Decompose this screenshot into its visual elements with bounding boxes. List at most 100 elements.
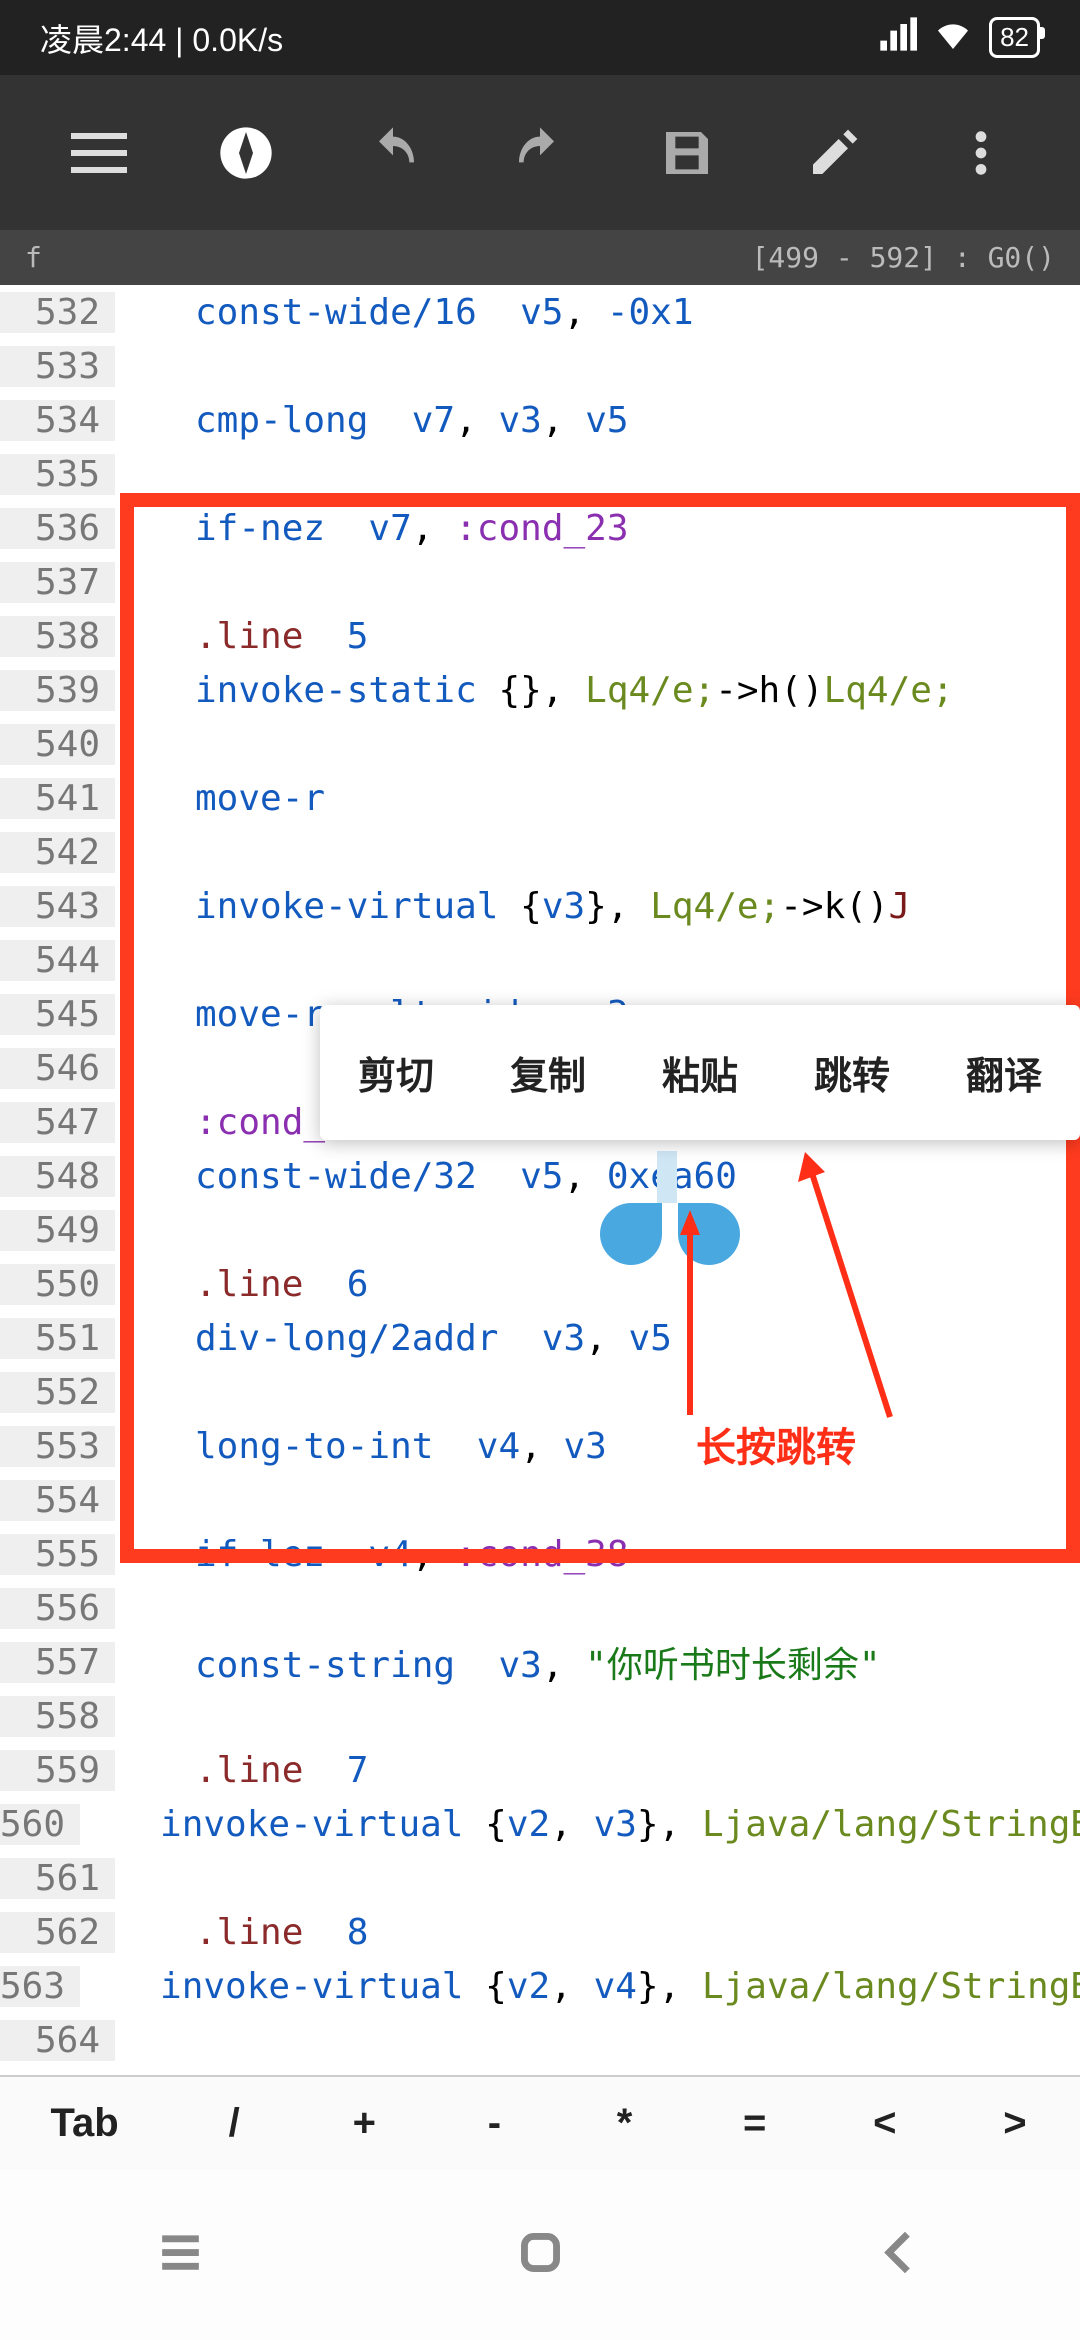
compass-button[interactable] — [211, 118, 281, 188]
redo-button[interactable] — [505, 118, 575, 188]
code-content[interactable]: if-lez v4, :cond_38 — [115, 1534, 1080, 1575]
code-line[interactable]: 551div-long/2addr v3, v5 — [0, 1311, 1080, 1365]
gutter: 550 — [0, 1264, 115, 1305]
code-content[interactable]: const-wide/16 v5, -0x1 — [115, 292, 1080, 333]
key-star[interactable]: * — [560, 2077, 690, 2170]
code-line[interactable]: 541move-r — [0, 771, 1080, 825]
menu-button[interactable] — [64, 118, 134, 188]
gutter: 555 — [0, 1534, 115, 1575]
code-line[interactable]: 549 — [0, 1203, 1080, 1257]
code-content[interactable]: invoke-virtual {v2, v4}, Ljava/lang/Stri… — [80, 1966, 1080, 2007]
selection-handle-left[interactable] — [600, 1203, 662, 1265]
selection-highlight — [657, 1151, 677, 1203]
code-line[interactable]: 564 — [0, 2013, 1080, 2067]
gutter: 560 — [0, 1804, 80, 1845]
key-plus[interactable]: + — [299, 2077, 429, 2170]
code-content[interactable]: .line 8 — [115, 1912, 1080, 1953]
gutter: 537 — [0, 562, 115, 603]
recents-icon[interactable] — [153, 2225, 208, 2285]
code-line[interactable]: 543invoke-virtual {v3}, Lq4/e;->k()J — [0, 879, 1080, 933]
gutter: 541 — [0, 778, 115, 819]
code-line[interactable]: 536if-nez v7, :cond_23 — [0, 501, 1080, 555]
symbol-key-row: Tab / + - * = < > — [0, 2075, 1080, 2170]
code-content[interactable]: .line 7 — [115, 1750, 1080, 1791]
code-line[interactable]: 553long-to-int v4, v3 — [0, 1419, 1080, 1473]
ctx-cut[interactable]: 剪切 — [348, 1045, 444, 1100]
code-line[interactable]: 559.line 7 — [0, 1743, 1080, 1797]
code-line[interactable]: 544 — [0, 933, 1080, 987]
edit-button[interactable] — [799, 118, 869, 188]
gutter: 533 — [0, 346, 115, 387]
signal-icon — [877, 14, 917, 62]
code-line[interactable]: 555if-lez v4, :cond_38 — [0, 1527, 1080, 1581]
code-line[interactable]: 534cmp-long v7, v3, v5 — [0, 393, 1080, 447]
gutter: 547 — [0, 1102, 115, 1143]
gutter: 539 — [0, 670, 115, 711]
context-menu: 剪切 复制 粘贴 跳转 翻译 — [320, 1005, 1080, 1140]
code-content[interactable]: if-nez v7, :cond_23 — [115, 508, 1080, 549]
code-line[interactable]: 539invoke-static {}, Lq4/e;->h()Lq4/e; — [0, 663, 1080, 717]
code-line[interactable]: 556 — [0, 1581, 1080, 1635]
toolbar — [0, 75, 1080, 230]
code-line[interactable]: 533 — [0, 339, 1080, 393]
undo-button[interactable] — [358, 118, 428, 188]
gutter: 559 — [0, 1750, 115, 1791]
key-gt[interactable]: > — [950, 2077, 1080, 2170]
code-content[interactable]: invoke-virtual {v3}, Lq4/e;->k()J — [115, 886, 1080, 927]
key-minus[interactable]: - — [429, 2077, 559, 2170]
code-content[interactable]: div-long/2addr v3, v5 — [115, 1318, 1080, 1359]
code-line[interactable]: 542 — [0, 825, 1080, 879]
code-content[interactable]: long-to-int v4, v3 — [115, 1426, 1080, 1467]
gutter: 542 — [0, 832, 115, 873]
code-content[interactable]: move-r — [115, 778, 1080, 819]
code-line[interactable]: 550.line 6 — [0, 1257, 1080, 1311]
home-icon[interactable] — [513, 2225, 568, 2285]
code-line[interactable]: 540 — [0, 717, 1080, 771]
status-time: 凌晨2:44 | 0.0K/s — [40, 15, 283, 61]
nav-row: f [499 - 592] : G0() — [0, 230, 1080, 285]
code-line[interactable]: 563invoke-virtual {v2, v4}, Ljava/lang/S… — [0, 1959, 1080, 2013]
gutter: 557 — [0, 1642, 115, 1683]
editor[interactable]: 剪切 复制 粘贴 跳转 翻译 长按跳转 532const-wide/16 v5,… — [0, 285, 1080, 2075]
key-lt[interactable]: < — [820, 2077, 950, 2170]
code-line[interactable]: 554 — [0, 1473, 1080, 1527]
ctx-translate[interactable]: 翻译 — [956, 1045, 1052, 1100]
code-line[interactable]: 552 — [0, 1365, 1080, 1419]
code-content[interactable]: invoke-static {}, Lq4/e;->h()Lq4/e; — [115, 670, 1080, 711]
code-line[interactable]: 561 — [0, 1851, 1080, 1905]
code-content[interactable]: cmp-long v7, v3, v5 — [115, 400, 1080, 441]
code-line[interactable]: 560invoke-virtual {v2, v3}, Ljava/lang/S… — [0, 1797, 1080, 1851]
key-tab[interactable]: Tab — [0, 2077, 169, 2170]
gutter: 544 — [0, 940, 115, 981]
code-line[interactable]: 557const-string v3, "你听书时长剩余" — [0, 1635, 1080, 1689]
gutter: 532 — [0, 292, 115, 333]
key-slash[interactable]: / — [169, 2077, 299, 2170]
gutter: 548 — [0, 1156, 115, 1197]
battery-icon: 82 — [989, 17, 1040, 58]
selection-handle-right[interactable] — [678, 1203, 740, 1265]
code-content[interactable]: const-wide/32 v5, 0xea60 — [115, 1156, 1080, 1197]
code-line[interactable]: 535 — [0, 447, 1080, 501]
nav-right[interactable]: [499 - 592] : G0() — [752, 241, 1055, 274]
gutter: 554 — [0, 1480, 115, 1521]
code-content[interactable]: const-string v3, "你听书时长剩余" — [115, 1636, 1080, 1688]
overflow-button[interactable] — [946, 118, 1016, 188]
code-line[interactable]: 537 — [0, 555, 1080, 609]
code-line[interactable]: 558 — [0, 1689, 1080, 1743]
gutter: 536 — [0, 508, 115, 549]
code-line[interactable]: 532const-wide/16 v5, -0x1 — [0, 285, 1080, 339]
back-icon[interactable] — [873, 2225, 928, 2285]
ctx-paste[interactable]: 粘贴 — [652, 1045, 748, 1100]
key-eq[interactable]: = — [690, 2077, 820, 2170]
code-line[interactable]: 548const-wide/32 v5, 0xea60 — [0, 1149, 1080, 1203]
code-content[interactable]: .line 5 — [115, 616, 1080, 657]
ctx-jump[interactable]: 跳转 — [804, 1045, 900, 1100]
code-content[interactable]: invoke-virtual {v2, v3}, Ljava/lang/Stri… — [80, 1804, 1080, 1845]
code-line[interactable]: 538.line 5 — [0, 609, 1080, 663]
code-line[interactable]: 562.line 8 — [0, 1905, 1080, 1959]
gutter: 549 — [0, 1210, 115, 1251]
code-content[interactable]: .line 6 — [115, 1264, 1080, 1305]
system-nav-bar — [0, 2170, 1080, 2340]
save-button[interactable] — [652, 118, 722, 188]
ctx-copy[interactable]: 复制 — [500, 1045, 596, 1100]
